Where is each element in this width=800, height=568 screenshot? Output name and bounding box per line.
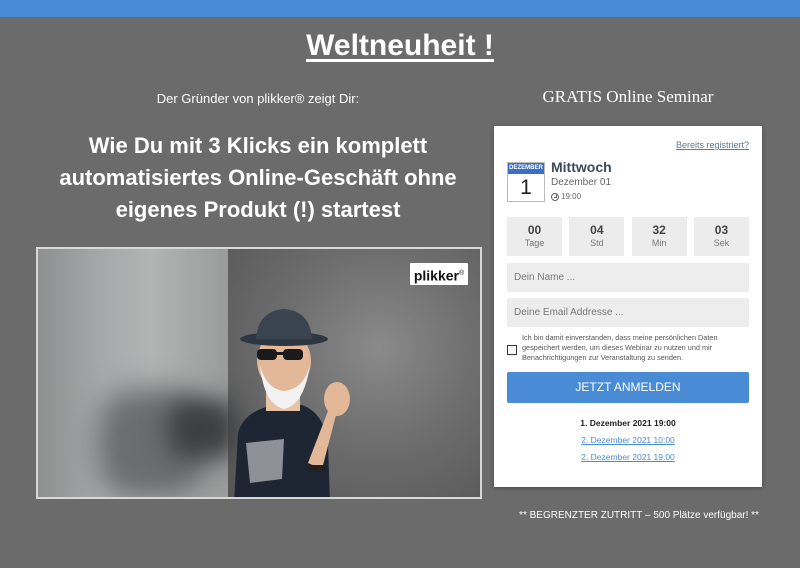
consent-text: Ich bin damit einverstanden, dass meine … xyxy=(522,333,718,362)
countdown-timer: 00 Tage 04 Std 32 Min 03 Sek xyxy=(507,217,749,256)
event-time: 19:00 xyxy=(561,192,582,201)
countdown-value: 32 xyxy=(652,223,666,237)
countdown-seconds: 03 Sek xyxy=(693,217,749,256)
date-option-link[interactable]: 2. Dezember 2021 10:00 xyxy=(494,435,762,445)
countdown-label: Tage xyxy=(524,238,545,248)
email-input[interactable] xyxy=(507,298,749,327)
calendar-month: DEZEMBER xyxy=(508,163,544,174)
event-time-row: 19:00 xyxy=(551,192,581,201)
date-option-selected[interactable]: 1. Dezember 2021 19:00 xyxy=(494,418,762,428)
plikker-logo: plikker® xyxy=(410,263,468,285)
logo-text: plikker xyxy=(413,267,459,284)
event-weekday: Mittwoch xyxy=(551,159,612,175)
calendar-day: 1 xyxy=(520,176,532,199)
video-player[interactable]: plikker® xyxy=(36,247,482,499)
calendar-icon: DEZEMBER 1 xyxy=(507,162,545,202)
top-accent-bar xyxy=(0,0,800,17)
already-registered-link[interactable]: Bereits registriert? xyxy=(676,140,749,150)
sidebar-title: GRATIS Online Seminar xyxy=(542,87,714,106)
event-date: Dezember 01 xyxy=(551,177,612,188)
countdown-value: 00 xyxy=(527,223,542,237)
countdown-minutes: 32 Min xyxy=(631,217,687,256)
intro-text: Der Gründer von plikker® zeigt Dir: xyxy=(156,91,360,106)
countdown-label: Std xyxy=(590,238,604,248)
registration-card: Bereits registriert? DEZEMBER 1 Mittwoch… xyxy=(494,126,762,487)
countdown-value: 04 xyxy=(590,223,604,237)
page-headline: Weltneuheit ! xyxy=(306,29,494,62)
clock-icon xyxy=(551,192,559,201)
limited-access-note: ** BEGRENZTER ZUTRITT – 500 Plätze verfü… xyxy=(519,510,759,521)
logo-registered-mark: ® xyxy=(458,270,465,277)
presenter-figure xyxy=(234,309,350,497)
register-button[interactable]: JETZT ANMELDEN xyxy=(507,372,749,403)
date-option-link[interactable]: 2. Dezember 2021 19:00 xyxy=(494,452,762,462)
consent-checkbox[interactable] xyxy=(507,345,517,355)
countdown-hours: 04 Std xyxy=(569,217,625,256)
countdown-days: 00 Tage xyxy=(507,217,562,256)
countdown-value: 03 xyxy=(714,223,729,237)
countdown-label: Min xyxy=(651,238,667,248)
name-input[interactable] xyxy=(507,263,749,292)
main-heading: Wie Du mit 3 Klicks ein komplett automat… xyxy=(59,133,457,222)
countdown-label: Sek xyxy=(713,238,730,248)
